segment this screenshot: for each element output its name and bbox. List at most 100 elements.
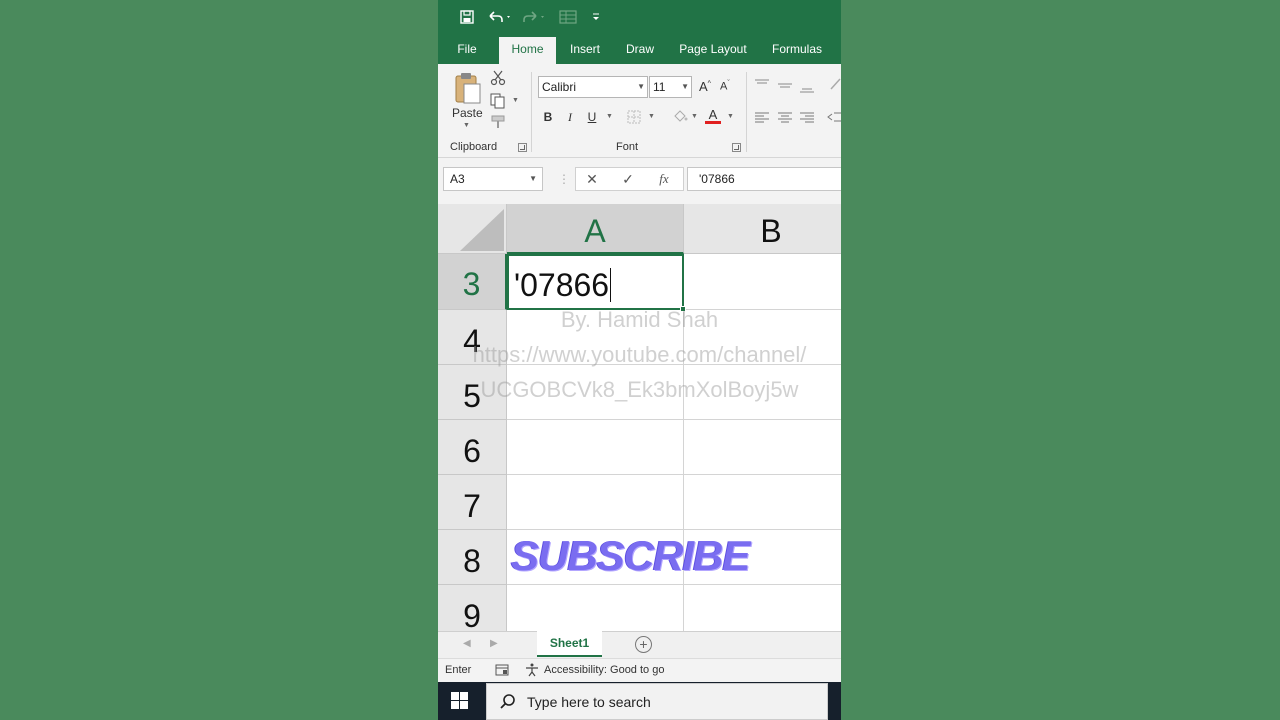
windows-logo-pane [460, 701, 468, 709]
text-cursor [610, 268, 612, 302]
cell-b7[interactable] [684, 475, 841, 530]
formula-buttons: ✕ ✓ fx [575, 167, 684, 191]
redo-icon[interactable] [522, 7, 550, 27]
cell-b3[interactable] [684, 254, 841, 310]
font-color-dropdown-icon[interactable]: ▼ [727, 113, 734, 120]
grow-font-button[interactable]: A^ [699, 79, 711, 94]
select-all-button[interactable] [438, 204, 507, 254]
decrease-indent-icon[interactable] [827, 110, 841, 128]
sheet-next-icon[interactable]: ▶ [490, 638, 498, 649]
italic-button[interactable]: I [561, 108, 579, 126]
tab-page-layout[interactable]: Page Layout [674, 34, 752, 64]
accessibility-status[interactable]: Accessibility: Good to go [544, 664, 664, 676]
excel-window: File Home Insert Draw Page Layout Formul… [438, 0, 841, 720]
row-header-6[interactable]: 6 [438, 420, 507, 475]
watermark-channel-id: UCGOBCVk8_Ek3bmXolBoyj5w [480, 377, 799, 402]
underline-dropdown-icon[interactable]: ▼ [606, 113, 613, 120]
watermark-author: By. Hamid Shah [560, 307, 719, 332]
cancel-icon[interactable]: ✕ [580, 168, 604, 190]
paste-dropdown-icon[interactable]: ▼ [463, 122, 470, 129]
cut-icon[interactable] [490, 70, 506, 91]
tab-formulas[interactable]: Formulas [766, 34, 828, 64]
active-cell-a3[interactable]: '07866 [507, 254, 684, 310]
accessibility-icon[interactable] [525, 663, 541, 680]
select-all-triangle-icon [460, 209, 504, 251]
ribbon-tabs: File Home Insert Draw Page Layout Formul… [438, 34, 841, 64]
bottom-align-icon[interactable] [799, 82, 815, 100]
row-header-8[interactable]: 8 [438, 530, 507, 585]
copy-dropdown-icon[interactable]: ▼ [512, 97, 519, 104]
windows-taskbar: Type here to search [438, 682, 841, 720]
fill-color-dropdown-icon[interactable]: ▼ [691, 113, 698, 120]
font-size-value: 11 [653, 80, 666, 94]
subscribe-overlay: SUBSCRIBE [511, 532, 750, 579]
search-placeholder: Type here to search [527, 694, 651, 710]
windows-start-icon[interactable] [451, 692, 469, 710]
name-box[interactable]: A3 ▼ [443, 167, 543, 191]
align-left-icon[interactable] [754, 110, 770, 128]
cell-b6[interactable] [684, 420, 841, 475]
taskbar-search-box[interactable]: Type here to search [486, 683, 828, 720]
save-icon[interactable] [458, 7, 476, 27]
insert-function-icon[interactable]: fx [652, 168, 676, 190]
windows-logo-pane [451, 692, 459, 700]
cell-a9[interactable] [507, 585, 684, 631]
customize-qat-icon[interactable] [590, 7, 602, 27]
paste-label[interactable]: Paste [452, 106, 483, 120]
align-right-icon[interactable] [799, 110, 815, 128]
cell-b9[interactable] [684, 585, 841, 631]
clipboard-launcher-icon[interactable] [518, 143, 527, 152]
middle-align-icon[interactable] [777, 80, 793, 98]
formula-bar: A3 ▼ ⋮ ✕ ✓ fx '07866 [438, 158, 841, 204]
font-size-select[interactable]: 11 ▼ [649, 76, 692, 98]
add-sheet-icon[interactable]: + [635, 636, 652, 653]
borders-icon[interactable] [627, 110, 641, 129]
cell-a6[interactable] [507, 420, 684, 475]
top-align-icon[interactable] [754, 78, 770, 96]
borders-dropdown-icon[interactable]: ▼ [648, 113, 655, 120]
formula-bar-grip-icon: ⋮ [558, 172, 570, 186]
active-cell-value: '07866 [514, 267, 610, 303]
bold-button[interactable]: B [539, 108, 557, 126]
column-header-b[interactable]: B [684, 204, 841, 254]
column-header-a[interactable]: A [507, 204, 684, 254]
group-separator [531, 72, 532, 152]
macro-record-icon[interactable] [495, 664, 509, 679]
fill-color-icon[interactable] [672, 108, 688, 129]
font-family-select[interactable]: Calibri ▼ [538, 76, 648, 98]
paste-icon[interactable] [452, 70, 482, 106]
chevron-down-icon: ▼ [637, 82, 645, 91]
undo-icon[interactable] [486, 7, 514, 27]
underline-button[interactable]: U [583, 108, 601, 126]
copy-icon[interactable] [490, 93, 506, 114]
cell-mode-status: Enter [445, 664, 472, 676]
formula-input[interactable]: '07866 [687, 167, 841, 191]
worksheet-grid: A B 3 4 5 6 7 8 9 '07866 By. Hamid Shah … [438, 204, 841, 631]
clipboard-group-label: Clipboard [450, 141, 498, 153]
tab-draw[interactable]: Draw [620, 34, 660, 64]
enter-icon[interactable]: ✓ [616, 168, 640, 190]
format-painter-icon[interactable] [491, 115, 507, 134]
font-launcher-icon[interactable] [732, 143, 741, 152]
sheet-prev-icon[interactable]: ◀ [463, 638, 471, 649]
windows-logo-pane [460, 692, 468, 700]
shrink-font-button[interactable]: Aˇ [720, 80, 730, 93]
windows-logo-pane [451, 701, 459, 709]
row-header-7[interactable]: 7 [438, 475, 507, 530]
group-separator [746, 72, 747, 152]
align-center-icon[interactable] [777, 110, 793, 128]
row-header-3[interactable]: 3 [438, 254, 507, 310]
cell-a7[interactable] [507, 475, 684, 530]
tab-insert[interactable]: Insert [564, 34, 606, 64]
sheet-tab-bar: ◀ ▶ Sheet1 + [438, 631, 841, 658]
form-icon[interactable] [558, 7, 578, 27]
sheet-tab-sheet1[interactable]: Sheet1 [537, 631, 602, 657]
tab-file[interactable]: File [449, 34, 485, 64]
row-header-9[interactable]: 9 [438, 585, 507, 631]
status-bar: Enter Accessibility: Good to go [438, 658, 841, 682]
tab-home[interactable]: Home [499, 37, 556, 64]
font-group-label: Font [616, 141, 639, 153]
orientation-icon[interactable] [829, 77, 841, 96]
font-color-button[interactable]: A [705, 107, 721, 124]
watermark-url: https://www.youtube.com/channel/ [472, 342, 807, 367]
